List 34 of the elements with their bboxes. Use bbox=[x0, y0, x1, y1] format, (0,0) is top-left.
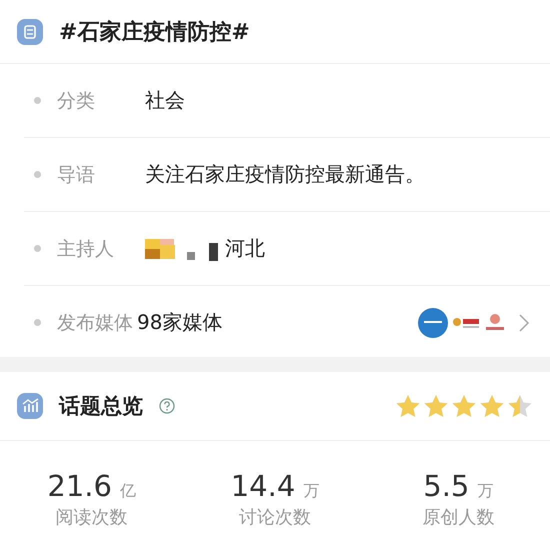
stat-value: 14.4 bbox=[230, 469, 296, 503]
field-value: 河北 bbox=[225, 235, 265, 262]
star-icon bbox=[423, 394, 449, 418]
star-icon bbox=[507, 394, 533, 418]
help-icon[interactable] bbox=[159, 398, 175, 414]
stat-label: 讨论次数 bbox=[238, 506, 311, 529]
field-label: 导语 bbox=[57, 162, 96, 188]
stat-unit: 万 bbox=[477, 481, 494, 502]
star-icon bbox=[479, 394, 505, 418]
field-label: 发布媒体 bbox=[57, 310, 133, 336]
bullet-icon bbox=[34, 319, 41, 326]
bar-chart-icon bbox=[17, 393, 43, 419]
stat-label: 原创人数 bbox=[422, 506, 494, 529]
media-logo-icon bbox=[484, 312, 506, 332]
field-value: 98家媒体 bbox=[137, 309, 222, 336]
field-value: 社会 bbox=[145, 87, 185, 114]
stat-value: 5.5 bbox=[423, 469, 470, 503]
field-label: 分类 bbox=[57, 88, 96, 114]
topic-title: #石家庄疫情防控# bbox=[59, 18, 250, 46]
field-value: 关注石家庄疫情防控最新通告。 bbox=[145, 161, 425, 188]
bullet-icon bbox=[34, 171, 41, 178]
field-label: 主持人 bbox=[57, 236, 115, 262]
stat-unit: 亿 bbox=[120, 481, 136, 502]
stat-value: 21.6 bbox=[47, 469, 112, 503]
stat-unit: 万 bbox=[303, 481, 320, 502]
bullet-icon bbox=[34, 245, 41, 252]
star-icon bbox=[451, 394, 477, 418]
media-logo-icon bbox=[418, 308, 448, 338]
bullet-icon bbox=[34, 97, 41, 104]
star-icon bbox=[395, 394, 421, 418]
media-logo-icon bbox=[452, 316, 480, 330]
list-icon bbox=[17, 18, 43, 44]
stat-label: 阅读次数 bbox=[56, 506, 128, 529]
section-title: 话题总览 bbox=[59, 393, 143, 420]
